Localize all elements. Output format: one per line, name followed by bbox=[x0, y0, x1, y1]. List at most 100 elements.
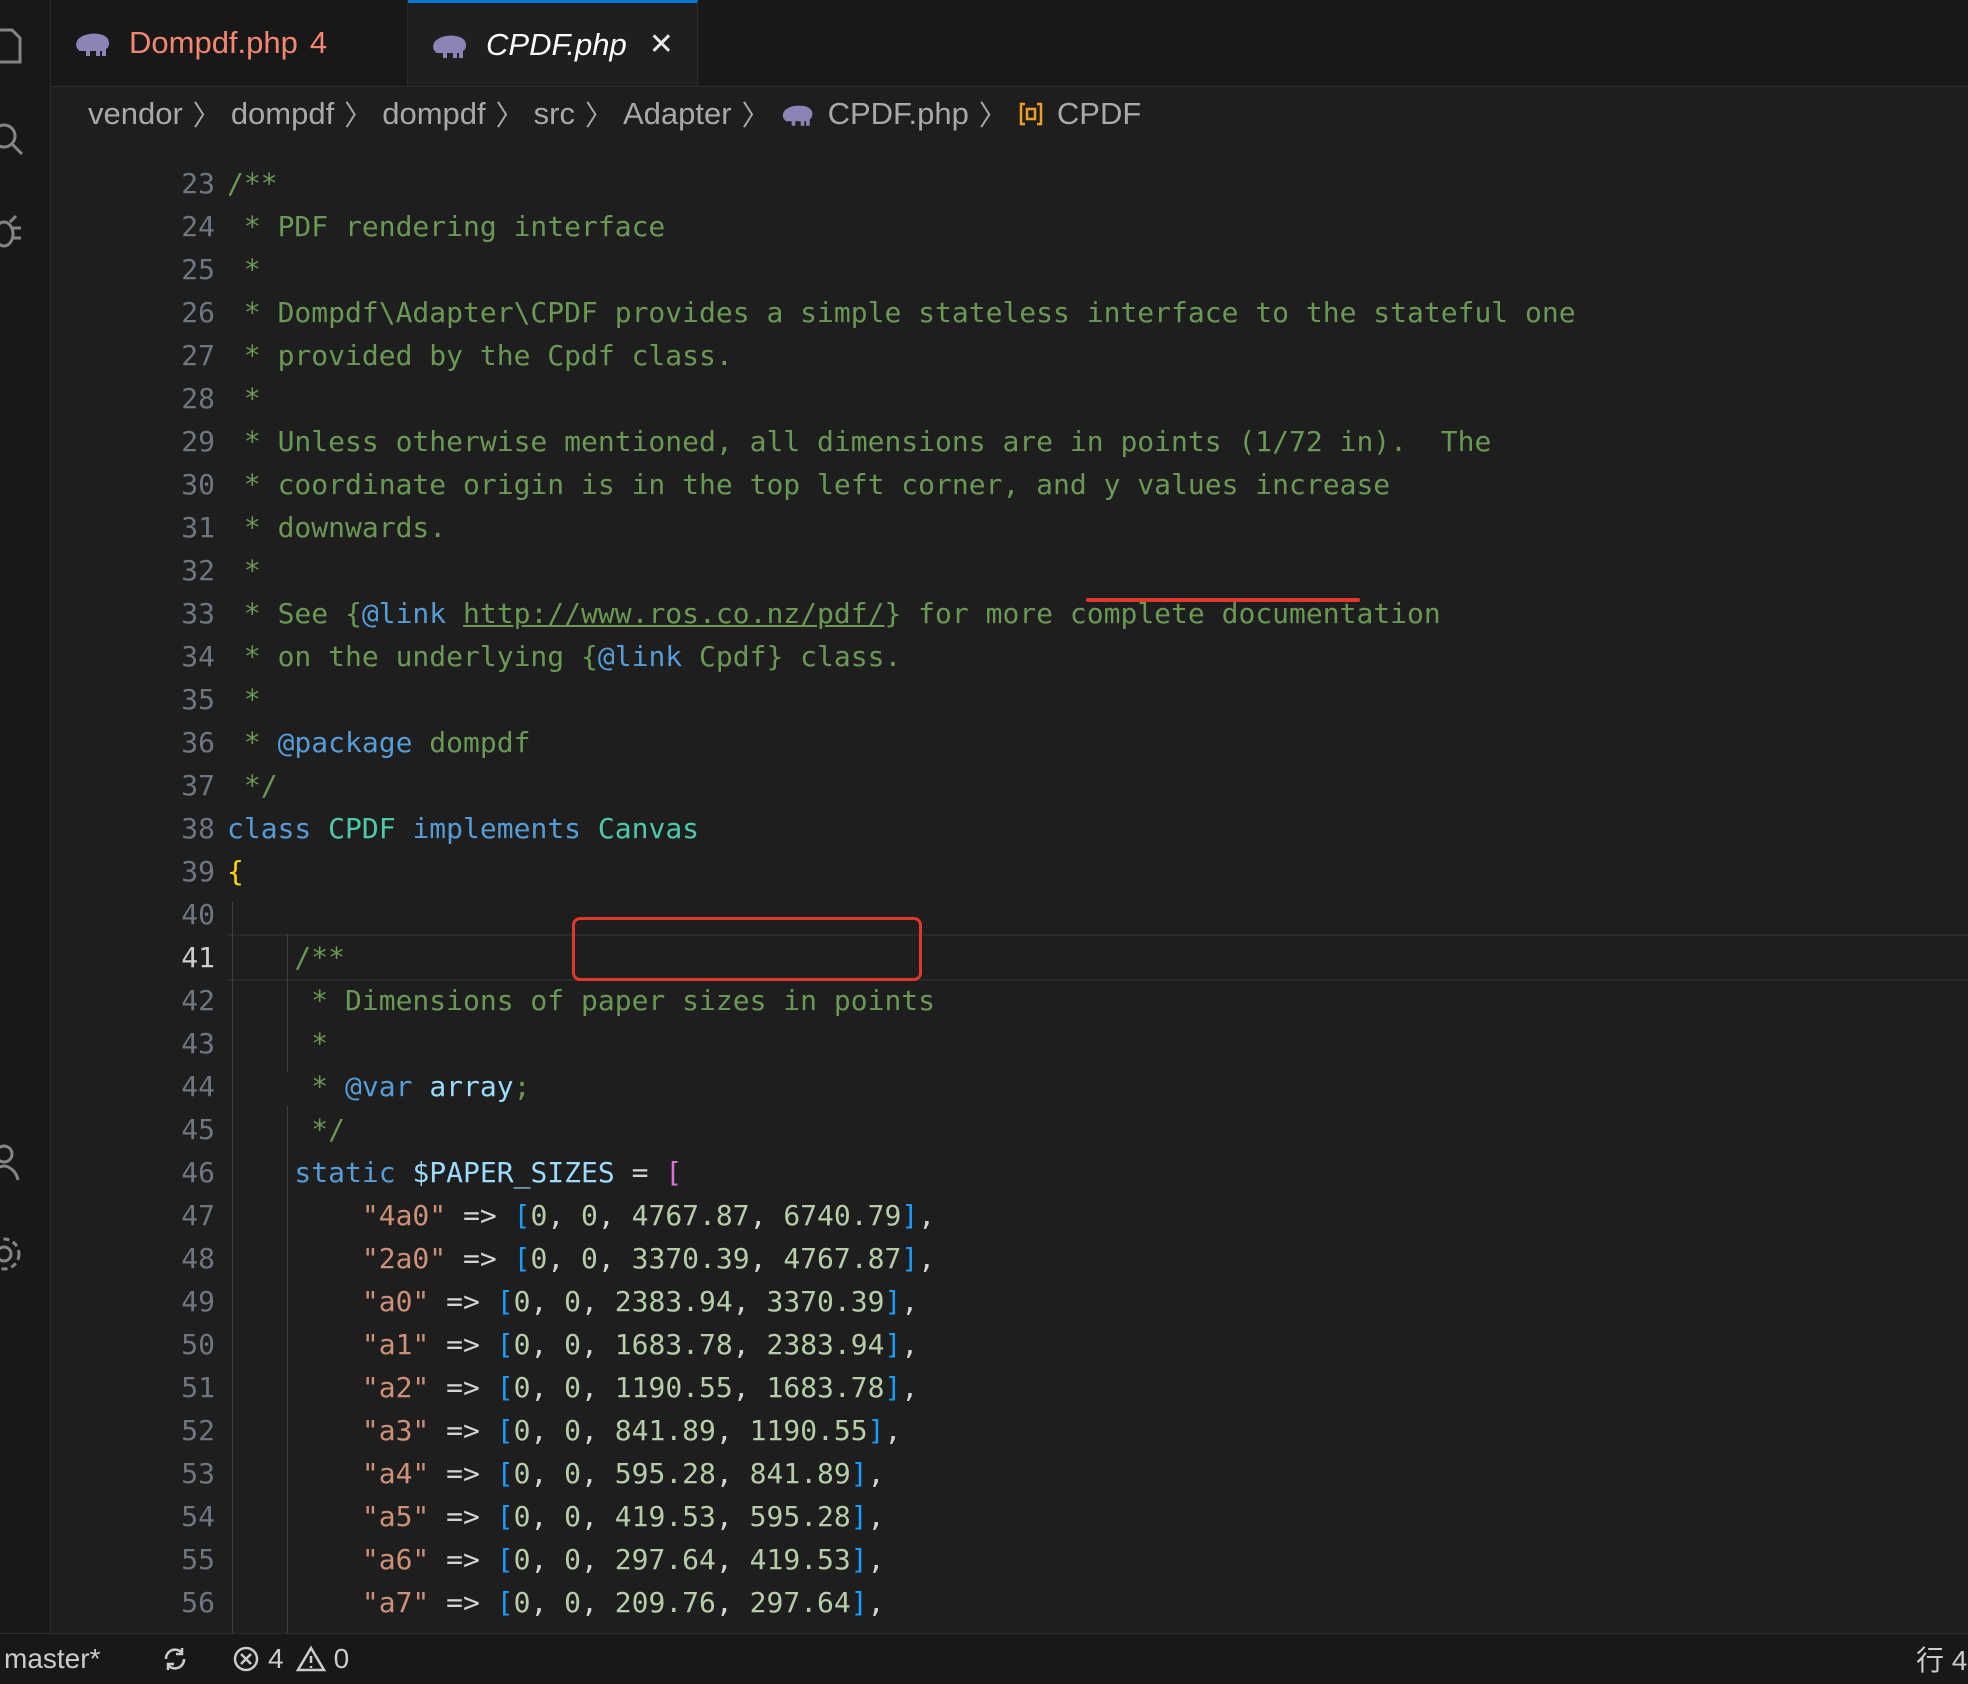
breadcrumb-item[interactable]: src bbox=[534, 96, 575, 132]
code-token: 0 bbox=[513, 1586, 531, 1619]
code-line[interactable]: 41 /** bbox=[51, 934, 1968, 981]
code-line[interactable]: 27 * provided by the Cpdf class. bbox=[51, 334, 1968, 377]
code-token: */ bbox=[227, 769, 278, 802]
code-token: /** bbox=[227, 941, 346, 974]
code-token: , bbox=[901, 1328, 919, 1361]
code-token: ] bbox=[884, 1285, 902, 1318]
settings-gear-icon[interactable] bbox=[0, 1232, 30, 1276]
code-line[interactable]: 44 * @var array; bbox=[51, 1065, 1968, 1108]
code-token: 297.64 bbox=[749, 1586, 851, 1619]
code-token: 0 bbox=[513, 1500, 531, 1533]
code-line[interactable]: 33 * See {@link http://www.ros.co.nz/pdf… bbox=[51, 592, 1968, 635]
code-token: => bbox=[429, 1586, 497, 1619]
code-text: "a6" => [0, 0, 297.64, 419.53], bbox=[227, 1538, 885, 1581]
debug-icon[interactable] bbox=[0, 210, 30, 254]
branch-indicator[interactable]: master* bbox=[4, 1634, 100, 1684]
cursor-position[interactable]: 行 4 bbox=[1916, 1634, 1967, 1684]
code-token: http://www.ros.co.nz/pdf/ bbox=[463, 597, 885, 630]
code-token: 0 bbox=[530, 1242, 548, 1275]
explorer-icon[interactable] bbox=[0, 24, 30, 68]
code-token: , bbox=[918, 1199, 936, 1232]
code-token: , bbox=[581, 1500, 615, 1533]
code-line[interactable]: 23 /** bbox=[51, 162, 1968, 205]
account-icon[interactable] bbox=[0, 1140, 30, 1184]
code-text: "2a0" => [0, 0, 3370.39, 4767.87], bbox=[227, 1237, 935, 1280]
code-line[interactable]: 25 * bbox=[51, 248, 1968, 291]
code-line[interactable]: 38 class CPDF implements Canvas bbox=[51, 807, 1968, 850]
branch-name: master* bbox=[4, 1643, 101, 1674]
code-token: * See { bbox=[227, 597, 362, 630]
code-token: * bbox=[227, 554, 261, 587]
code-token: , bbox=[581, 1543, 615, 1576]
code-line[interactable]: 45 */ bbox=[51, 1108, 1968, 1151]
code-line[interactable]: 39 { bbox=[51, 850, 1968, 893]
chevron-right-icon: 〉 bbox=[192, 100, 221, 131]
breadcrumb-item[interactable]: CPDF bbox=[1057, 96, 1141, 132]
code-text: { bbox=[227, 850, 244, 893]
code-text: /** bbox=[227, 162, 278, 205]
code-token: 841.89 bbox=[749, 1457, 851, 1490]
code-token: * Dimensions of paper sizes in points bbox=[227, 984, 936, 1017]
code-line[interactable]: 55 "a6" => [0, 0, 297.64, 419.53], bbox=[51, 1538, 1968, 1581]
code-token: , bbox=[715, 1586, 750, 1619]
code-token: , bbox=[867, 1457, 885, 1490]
code-token: 0 bbox=[513, 1328, 531, 1361]
code-text: */ bbox=[227, 1108, 345, 1151]
code-text: * Unless otherwise mentioned, all dimens… bbox=[227, 420, 1491, 463]
line-number: 34 bbox=[181, 640, 215, 673]
code-token: * bbox=[227, 1070, 346, 1103]
breadcrumb-item[interactable]: dompdf bbox=[231, 96, 334, 132]
code-line[interactable]: 49 "a0" => [0, 0, 2383.94, 3370.39], bbox=[51, 1280, 1968, 1323]
code-line[interactable]: 36 * @package dompdf bbox=[51, 721, 1968, 764]
code-text: class CPDF implements Canvas bbox=[227, 807, 699, 850]
code-text: "a7" => [0, 0, 209.76, 297.64], bbox=[227, 1581, 885, 1624]
code-line[interactable]: 24 * PDF rendering interface bbox=[51, 205, 1968, 248]
code-token: 1190.55 bbox=[749, 1414, 868, 1447]
code-token: 3370.39 bbox=[631, 1242, 750, 1275]
code-line[interactable]: 28 * bbox=[51, 377, 1968, 420]
code-line[interactable]: 43 * bbox=[51, 1022, 1968, 1065]
code-line[interactable]: 32 * bbox=[51, 549, 1968, 592]
code-token: ] bbox=[850, 1586, 868, 1619]
code-line[interactable]: 46 static $PAPER_SIZES = [ bbox=[51, 1151, 1968, 1194]
problems-indicator[interactable]: 4 0 bbox=[232, 1634, 349, 1684]
code-token: , bbox=[581, 1457, 615, 1490]
code-line[interactable]: 34 * on the underlying {@link Cpdf} clas… bbox=[51, 635, 1968, 678]
code-token: * coordinate origin is in the top left c… bbox=[227, 468, 1391, 501]
breadcrumb-item[interactable]: dompdf bbox=[382, 96, 485, 132]
code-line[interactable]: 37 */ bbox=[51, 764, 1968, 807]
line-number: 29 bbox=[181, 425, 215, 458]
code-line[interactable]: 53 "a4" => [0, 0, 595.28, 841.89], bbox=[51, 1452, 1968, 1495]
breadcrumb-item[interactable]: Adapter bbox=[623, 96, 732, 132]
breadcrumb-item[interactable]: CPDF.php bbox=[828, 96, 969, 132]
search-icon[interactable] bbox=[0, 118, 30, 162]
code-line[interactable]: 48 "2a0" => [0, 0, 3370.39, 4767.87], bbox=[51, 1237, 1968, 1280]
code-token: [ bbox=[496, 1285, 514, 1318]
code-line[interactable]: 47 "4a0" => [0, 0, 4767.87, 6740.79], bbox=[51, 1194, 1968, 1237]
code-line[interactable]: 30 * coordinate origin is in the top lef… bbox=[51, 463, 1968, 506]
tab-cpdf-php[interactable]: CPDF.php ✕ bbox=[408, 0, 698, 86]
code-line[interactable]: 50 "a1" => [0, 0, 1683.78, 2383.94], bbox=[51, 1323, 1968, 1366]
indent-guide bbox=[287, 1106, 288, 1634]
code-line[interactable]: 51 "a2" => [0, 0, 1190.55, 1683.78], bbox=[51, 1366, 1968, 1409]
code-line[interactable]: 54 "a5" => [0, 0, 419.53, 595.28], bbox=[51, 1495, 1968, 1538]
code-line[interactable]: 56 "a7" => [0, 0, 209.76, 297.64], bbox=[51, 1581, 1968, 1624]
tab-dompdf-php[interactable]: Dompdf.php 4 bbox=[51, 0, 408, 86]
code-line[interactable]: 35 * bbox=[51, 678, 1968, 721]
close-icon[interactable]: ✕ bbox=[649, 27, 674, 62]
code-editor[interactable]: 23/** 24 * PDF rendering interface 25 * 26 … bbox=[51, 140, 1968, 1634]
code-line[interactable]: 40 bbox=[51, 893, 1968, 936]
code-token: "a1" bbox=[227, 1328, 430, 1361]
code-line[interactable]: 26 * Dompdf\Adapter\CPDF provides a simp… bbox=[51, 291, 1968, 334]
code-line[interactable]: 29 * Unless otherwise mentioned, all dim… bbox=[51, 420, 1968, 463]
code-line[interactable]: 52 "a3" => [0, 0, 841.89, 1190.55], bbox=[51, 1409, 1968, 1452]
sync-icon[interactable] bbox=[160, 1634, 190, 1684]
chevron-right-icon: 〉 bbox=[584, 100, 613, 131]
code-line[interactable]: 31 * downwards. bbox=[51, 506, 1968, 549]
breadcrumb-item[interactable]: vendor bbox=[88, 96, 183, 132]
code-token: 0 bbox=[564, 1543, 582, 1576]
code-line[interactable]: 42 * Dimensions of paper sizes in points bbox=[51, 979, 1968, 1022]
code-token: [ bbox=[496, 1543, 514, 1576]
